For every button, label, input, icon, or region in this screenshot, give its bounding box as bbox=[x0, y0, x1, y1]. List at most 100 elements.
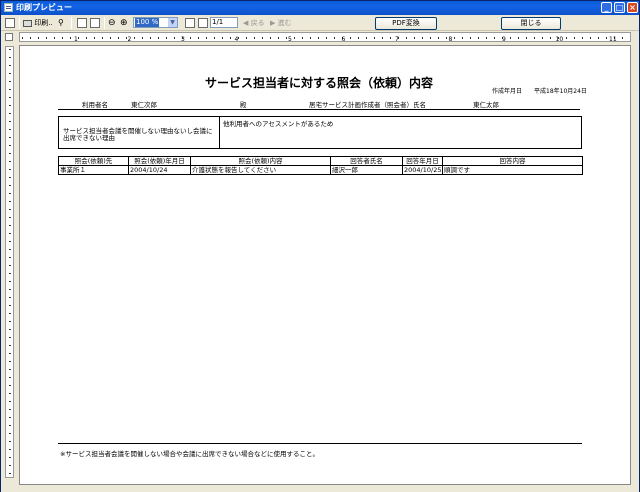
ruler-tick bbox=[9, 73, 11, 74]
ruler-tick bbox=[430, 37, 431, 39]
ruler-tick bbox=[278, 37, 279, 39]
ruler-number: 2 bbox=[128, 36, 132, 42]
ruler-tick bbox=[110, 37, 111, 39]
ruler-tick bbox=[174, 37, 175, 39]
ruler-tick bbox=[382, 37, 383, 39]
ruler-tick bbox=[518, 37, 519, 39]
ruler-tick bbox=[206, 37, 207, 39]
printer-icon bbox=[23, 19, 32, 27]
table-cell: 事業所１ bbox=[58, 165, 129, 175]
ruler-tick bbox=[86, 37, 87, 39]
window-title: 印刷プレビュー bbox=[16, 3, 72, 12]
multi-page-icon[interactable] bbox=[90, 18, 100, 28]
pdf-convert-button[interactable]: PDF変換 bbox=[375, 17, 437, 30]
ruler-tick bbox=[270, 37, 271, 39]
ruler-tick bbox=[566, 37, 567, 39]
column-header: 回答者氏名 bbox=[330, 156, 403, 166]
horizontal-ruler: 1 2 3 4 5 6 7 8 9 10 11 bbox=[19, 32, 631, 42]
ruler-number: 9 bbox=[502, 36, 506, 42]
ruler-tick bbox=[9, 89, 11, 90]
zoom-select[interactable]: 100 % ▼ bbox=[133, 17, 178, 28]
ruler-tick bbox=[70, 37, 71, 39]
ruler-tick bbox=[478, 37, 479, 39]
zoom-out-icon[interactable]: ⊖ bbox=[108, 17, 116, 29]
ruler-tick bbox=[526, 37, 527, 39]
ruler-tick bbox=[158, 37, 159, 39]
single-page-icon[interactable] bbox=[77, 18, 87, 28]
minimize-button[interactable]: _ bbox=[601, 2, 612, 13]
planner-label: 居宅サービス計画作成者（照会者）氏名 bbox=[309, 101, 426, 109]
ruler-tick bbox=[302, 37, 303, 39]
ruler-tick bbox=[142, 37, 143, 39]
print-button[interactable]: 印刷.. bbox=[23, 17, 53, 29]
ruler-number: 4 bbox=[235, 36, 239, 42]
ruler-number: 7 bbox=[395, 36, 399, 42]
ruler-tick bbox=[94, 37, 95, 39]
ruler-tick bbox=[134, 37, 135, 39]
ruler-tick bbox=[9, 289, 11, 290]
vertical-ruler bbox=[5, 46, 14, 478]
ruler-tick bbox=[9, 185, 11, 186]
close-button[interactable]: 閉じる bbox=[501, 17, 561, 30]
maximize-button[interactable]: □ bbox=[614, 2, 625, 13]
ruler-corner bbox=[1, 31, 19, 43]
ruler-tick bbox=[9, 393, 11, 394]
ruler-tick bbox=[294, 37, 295, 39]
ruler-tick bbox=[494, 37, 495, 39]
previous-page-icon[interactable] bbox=[198, 18, 208, 28]
honorific: 殿 bbox=[240, 101, 247, 109]
toolbar: 印刷.. ⚲ ⊖ ⊕ 100 % ▼ 1/1 ◀ 戻る ▶ 進む PDF変換 閉… bbox=[1, 15, 639, 31]
ruler-tick bbox=[9, 105, 11, 106]
ruler-tick bbox=[366, 37, 367, 39]
toolbar-separator bbox=[71, 17, 72, 29]
ruler-tick bbox=[9, 329, 11, 330]
ruler-tick bbox=[9, 201, 11, 202]
zoom-in-icon[interactable]: ⊕ bbox=[120, 17, 128, 29]
user-label: 利用者名 bbox=[82, 101, 108, 109]
ruler-tick bbox=[9, 177, 11, 178]
ruler-tick bbox=[9, 345, 11, 346]
ruler-number: 10 bbox=[556, 36, 564, 42]
info-underline bbox=[58, 109, 580, 110]
ruler-tick bbox=[9, 433, 11, 434]
ruler-tick bbox=[9, 273, 11, 274]
planner-name: 東仁太郎 bbox=[473, 101, 499, 109]
close-window-button[interactable]: × bbox=[627, 2, 638, 13]
back-button[interactable]: ◀ 戻る bbox=[243, 17, 265, 29]
ruler-tick bbox=[9, 153, 11, 154]
ruler-tick bbox=[590, 37, 591, 39]
ruler-tick bbox=[9, 369, 11, 370]
ruler-tick bbox=[222, 37, 223, 39]
forward-button[interactable]: ▶ 進む bbox=[270, 17, 292, 29]
ruler-tick bbox=[214, 37, 215, 39]
vertical-ruler-graphic bbox=[9, 49, 11, 474]
ruler-toggle-icon[interactable] bbox=[5, 33, 13, 41]
ruler-tick bbox=[550, 37, 551, 39]
print-preview-window: 印刷プレビュー _ □ × 印刷.. ⚲ ⊖ ⊕ 100 % ▼ 1/1 ◀ 戻… bbox=[0, 0, 640, 492]
ruler-tick bbox=[606, 37, 607, 39]
ruler-tick bbox=[9, 385, 11, 386]
first-page-icon[interactable] bbox=[185, 18, 195, 28]
ruler-tick bbox=[254, 37, 255, 39]
page-setup-icon[interactable] bbox=[5, 18, 15, 28]
ruler-tick bbox=[9, 249, 11, 250]
column-header: 照会(依頼)先 bbox=[58, 156, 129, 166]
ruler-tick bbox=[150, 37, 151, 39]
chevron-down-icon[interactable]: ▼ bbox=[168, 18, 177, 27]
ruler-tick bbox=[486, 37, 487, 39]
ruler-tick bbox=[30, 37, 31, 39]
ruler-tick bbox=[9, 353, 11, 354]
title-bar[interactable]: 印刷プレビュー _ □ × bbox=[1, 1, 639, 15]
ruler-tick bbox=[318, 37, 319, 39]
ruler-tick bbox=[198, 37, 199, 39]
toolbar-separator bbox=[19, 17, 20, 29]
toolbar-separator bbox=[104, 17, 105, 29]
find-icon[interactable]: ⚲ bbox=[58, 17, 64, 29]
zoom-value: 100 % bbox=[135, 18, 160, 27]
ruler-tick bbox=[438, 37, 439, 39]
created-date-label: 作成年月日 bbox=[492, 88, 523, 95]
ruler-tick bbox=[534, 37, 535, 39]
ruler-tick bbox=[462, 37, 463, 39]
ruler-tick bbox=[54, 37, 55, 39]
page-number-input[interactable]: 1/1 bbox=[210, 17, 238, 28]
